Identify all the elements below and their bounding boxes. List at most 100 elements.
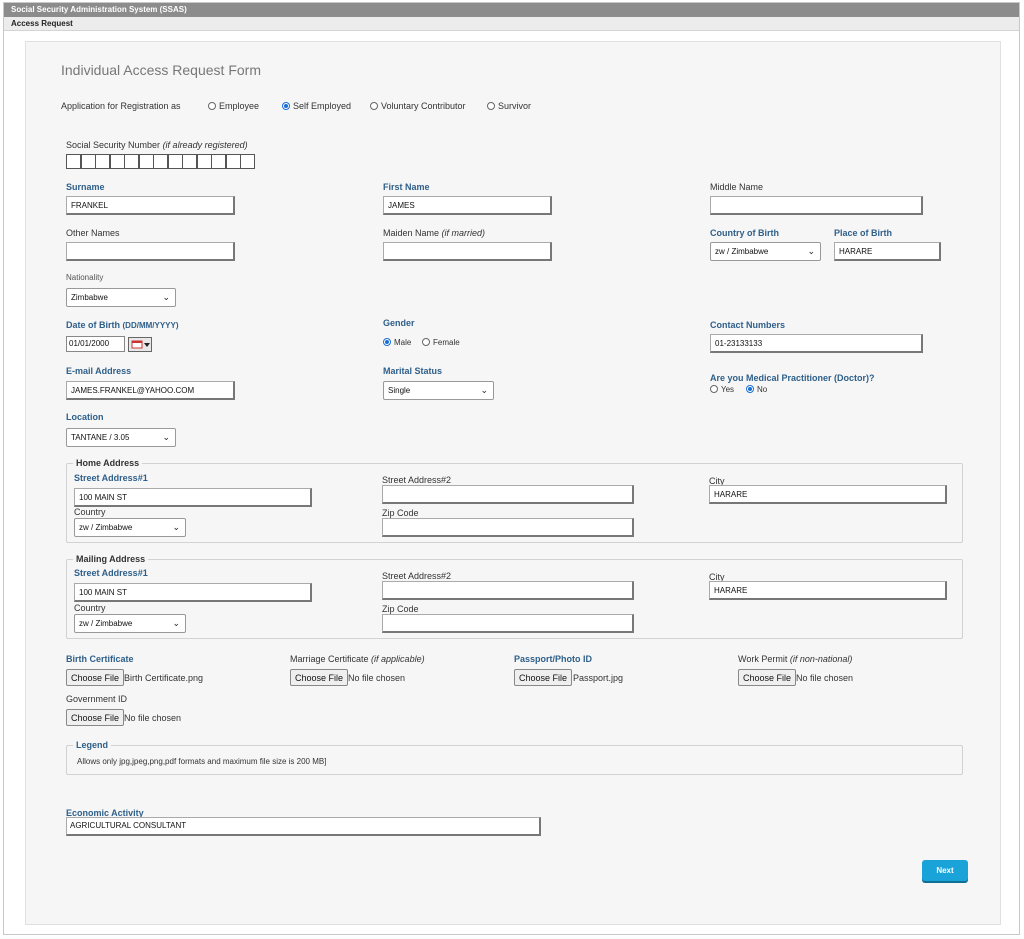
medical-label: Are you Medical Practitioner (Doctor)? [710,373,875,383]
mailing-address-legend: Mailing Address [73,554,149,564]
home-zip-input[interactable] [382,518,634,537]
first-name-input[interactable]: JAMES [383,196,552,215]
marital-select[interactable]: Single ⌄ [383,381,494,400]
radio-self-employed[interactable]: Self Employed [282,101,351,111]
ssn-digit-box[interactable] [66,154,81,169]
radio-survivor[interactable]: Survivor [487,101,531,111]
birth-certificate-choose-button[interactable]: Choose File [66,669,125,686]
radio-icon [487,102,495,110]
chevron-down-icon: ⌄ [480,385,488,395]
economic-activity-input[interactable]: AGRICULTURAL CONSULTANT [66,817,541,836]
birth-certificate-filename: Birth Certificate.png [124,673,204,683]
form-panel: Individual Access Request Form Applicati… [25,41,1001,925]
email-label: E-mail Address [66,366,132,376]
home-country-label: Country [74,507,106,517]
place-of-birth-label: Place of Birth [834,228,893,238]
ssn-digit-box[interactable] [211,154,226,169]
location-select[interactable]: TANTANE / 3.05 ⌄ [66,428,176,447]
home-street1-label: Street Address#1 [74,473,148,483]
location-label: Location [66,412,104,422]
email-input[interactable]: JAMES.FRANKEL@YAHOO.COM [66,381,235,400]
mail-zip-input[interactable] [382,614,634,633]
nationality-select[interactable]: Zimbabwe ⌄ [66,288,176,307]
place-of-birth-input[interactable]: HARARE [834,242,941,261]
ssn-digit-box[interactable] [167,154,183,169]
radio-medical-no[interactable]: No [746,385,767,394]
ssn-digit-box[interactable] [182,154,197,169]
mail-country-select[interactable]: zw / Zimbabwe ⌄ [74,614,186,633]
ssn-label: Social Security Number (if already regis… [66,140,248,150]
radio-female[interactable]: Female [422,338,460,347]
home-city-input[interactable]: HARARE [709,485,947,504]
app-window: Social Security Administration System (S… [3,2,1020,935]
government-id-label: Government ID [66,694,128,704]
passport-filename: Passport.jpg [573,673,624,683]
chevron-down-icon: ⌄ [162,432,170,442]
next-button[interactable]: Next [922,860,968,881]
home-zip-label: Zip Code [382,508,419,518]
radio-medical-yes[interactable]: Yes [710,385,734,394]
government-id-filename: No file chosen [124,713,182,723]
dob-label: Date of Birth (DD/MM/YYYY) [66,320,179,330]
ssn-digit-box[interactable] [109,154,125,169]
ssn-digit-box[interactable] [225,154,241,169]
home-street2-input[interactable] [382,485,634,504]
gender-label: Gender [383,318,415,328]
mail-street1-input[interactable]: 100 MAIN ST [74,583,312,602]
ssn-digit-box[interactable] [196,154,212,169]
middle-name-label: Middle Name [710,182,764,192]
mail-country-label: Country [74,603,106,613]
surname-input[interactable]: FRANKEL [66,196,235,215]
radio-selected-icon [383,338,391,346]
mail-zip-label: Zip Code [382,604,419,614]
contact-label: Contact Numbers [710,320,786,330]
radio-icon [208,102,216,110]
mail-street2-input[interactable] [382,581,634,600]
birth-certificate-label: Birth Certificate [66,654,134,664]
ssn-digit-box[interactable] [138,154,154,169]
government-id-choose-button[interactable]: Choose File [66,709,125,726]
chevron-down-icon: ⌄ [807,246,815,256]
legend-title: Legend [73,740,112,750]
calendar-icon[interactable] [128,337,152,352]
section-title: Access Request [4,17,1019,31]
ssn-digit-box[interactable] [153,154,168,169]
radio-icon [710,385,718,393]
surname-label: Surname [66,182,105,192]
home-country-select[interactable]: zw / Zimbabwe ⌄ [74,518,186,537]
mail-city-input[interactable]: HARARE [709,581,947,600]
work-permit-label: Work Permit (if non-national) [738,654,853,664]
middle-name-input[interactable] [710,196,923,215]
radio-employee[interactable]: Employee [208,101,259,111]
work-permit-choose-button[interactable]: Choose File [738,669,797,686]
maiden-name-input[interactable] [383,242,552,261]
other-names-input[interactable] [66,242,235,261]
home-street1-input[interactable]: 100 MAIN ST [74,488,312,507]
legend-text: Allows only jpg,jpeg,png,pdf formats and… [77,757,327,766]
maiden-name-label: Maiden Name (if married) [383,228,486,238]
radio-male[interactable]: Male [383,338,411,347]
ssn-digit-box[interactable] [80,154,96,169]
page-title: Individual Access Request Form [61,62,261,78]
first-name-label: First Name [383,182,430,192]
ssn-digit-box[interactable] [95,154,110,169]
chevron-down-icon: ⌄ [172,522,180,532]
radio-voluntary-contributor[interactable]: Voluntary Contributor [370,101,466,111]
marriage-certificate-filename: No file chosen [348,673,406,683]
marital-label: Marital Status [383,366,443,376]
registration-label: Application for Registration as [61,101,181,111]
ssn-digit-box[interactable] [124,154,139,169]
chevron-down-icon: ⌄ [172,618,180,628]
work-permit-filename: No file chosen [796,673,854,683]
marriage-certificate-choose-button[interactable]: Choose File [290,669,349,686]
ssn-digit-box[interactable] [240,154,255,169]
radio-selected-icon [282,102,290,110]
country-of-birth-select[interactable]: zw / Zimbabwe ⌄ [710,242,821,261]
radio-icon [422,338,430,346]
dob-input[interactable]: 01/01/2000 [66,336,125,352]
passport-choose-button[interactable]: Choose File [514,669,573,686]
home-address-legend: Home Address [73,458,143,468]
country-of-birth-label: Country of Birth [710,228,779,238]
contact-input[interactable]: 01-23133133 [710,334,923,353]
app-title: Social Security Administration System (S… [4,3,1019,17]
